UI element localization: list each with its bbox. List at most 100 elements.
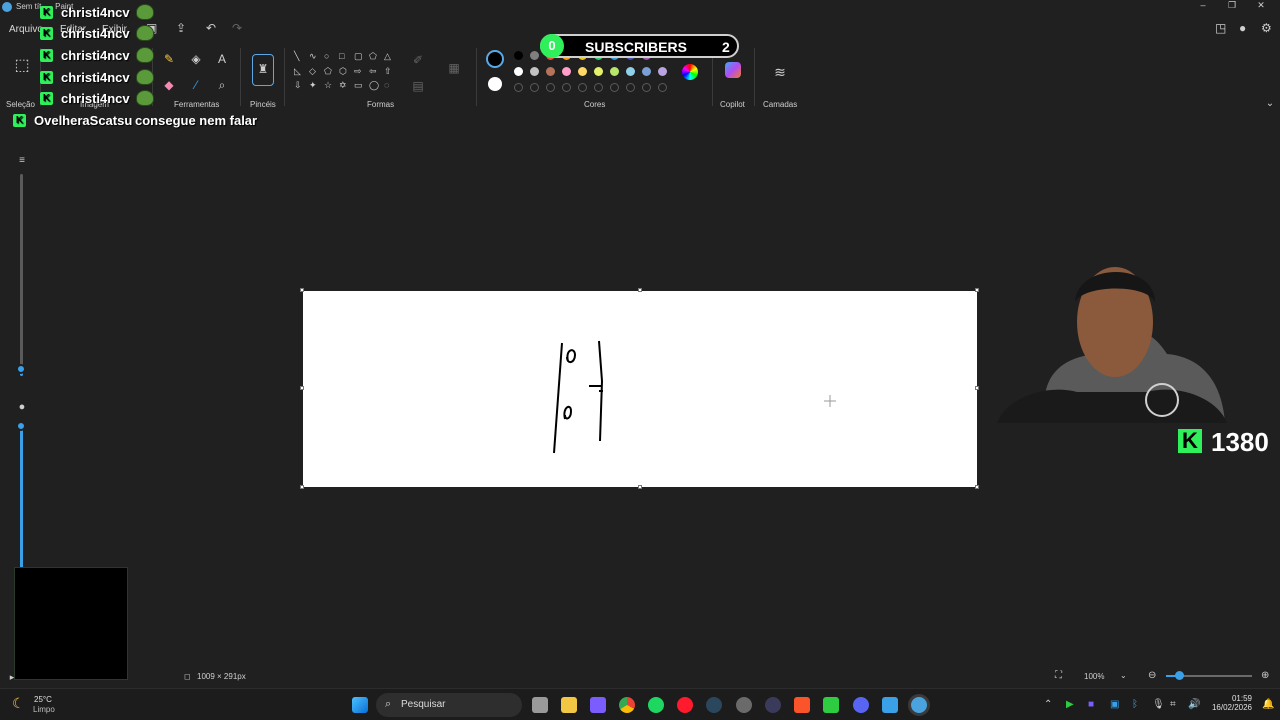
zoom-dropdown-icon[interactable]: ⌄ — [1120, 671, 1127, 680]
color-swatch[interactable] — [594, 83, 603, 92]
resize-handle[interactable] — [975, 485, 979, 489]
drawing-canvas[interactable] — [303, 291, 977, 487]
rectangle-shape-icon[interactable]: □ — [339, 51, 344, 61]
down-arrow-shape-icon[interactable]: ⇩ — [294, 80, 302, 91]
microphone-icon[interactable]: 🎙 — [1152, 699, 1165, 710]
color-swatch[interactable] — [642, 67, 651, 76]
file-explorer-icon[interactable] — [561, 697, 577, 713]
color-swatch[interactable] — [626, 83, 635, 92]
minimize-icon[interactable]: – — [1193, 0, 1213, 10]
five-star-shape-icon[interactable]: ☆ — [324, 80, 332, 91]
resize-handle[interactable] — [638, 485, 642, 489]
color-swatch[interactable] — [578, 83, 587, 92]
magnifier-icon[interactable]: ⌕ — [214, 77, 230, 93]
color-swatch[interactable] — [530, 67, 539, 76]
system-clock[interactable]: 01:59 16/02/2026 — [1206, 694, 1252, 712]
play-app-icon[interactable] — [823, 697, 839, 713]
color-picker-icon[interactable]: ⁄ — [188, 77, 204, 93]
rectangle-select-icon[interactable]: ⬚ — [14, 58, 30, 74]
six-star-shape-icon[interactable]: ✡ — [339, 80, 347, 91]
tray-app-icon[interactable]: ■ — [1088, 699, 1094, 710]
up-arrow-shape-icon[interactable]: ⇧ — [384, 66, 392, 77]
color-swatch[interactable] — [514, 83, 523, 92]
spotify-icon[interactable] — [648, 697, 664, 713]
shapes-gallery-expand-icon[interactable]: ▦ — [446, 60, 462, 76]
color-swatch[interactable] — [530, 51, 539, 60]
hexagon-shape-icon[interactable]: ⬡ — [339, 66, 347, 77]
pencil-icon[interactable]: ✎ — [161, 51, 177, 67]
line-shape-icon[interactable]: ╲ — [294, 51, 299, 62]
menu-file[interactable]: Arquivo — [9, 24, 43, 35]
zoom-in-icon[interactable]: ⊕ — [1261, 670, 1269, 681]
weather-moon-icon[interactable]: ☾ — [12, 695, 25, 712]
chrome-icon[interactable] — [619, 697, 635, 713]
callout-oval-shape-icon[interactable]: ◯ — [369, 80, 379, 91]
primary-color-swatch[interactable] — [486, 50, 504, 68]
taskbar-search[interactable]: ⌕ Pesquisar — [376, 693, 522, 717]
eraser-icon[interactable]: ◆ — [161, 77, 177, 93]
weather-temperature[interactable]: 25°C — [34, 695, 52, 704]
diamond-shape-icon[interactable]: ◇ — [309, 66, 316, 77]
tray-app-icon[interactable]: ▣ — [1110, 699, 1119, 710]
triangle-shape-icon[interactable]: △ — [384, 51, 391, 62]
curve-shape-icon[interactable]: ∿ — [309, 51, 317, 62]
right-triangle-shape-icon[interactable]: ◺ — [294, 66, 301, 77]
weather-description[interactable]: Limpo — [33, 705, 55, 714]
task-view-icon[interactable] — [532, 697, 548, 713]
resize-handle[interactable] — [300, 386, 304, 390]
app-grid-icon[interactable] — [590, 697, 606, 713]
resize-handle[interactable] — [638, 288, 642, 292]
discord-icon[interactable] — [853, 697, 869, 713]
color-swatch[interactable] — [610, 83, 619, 92]
color-swatch[interactable] — [658, 67, 667, 76]
size-slider-knob[interactable] — [16, 364, 26, 374]
callout-rect-shape-icon[interactable]: ▭ — [354, 80, 363, 91]
windows-start-icon[interactable] — [352, 697, 368, 713]
color-swatch[interactable] — [530, 83, 539, 92]
color-swatch[interactable] — [610, 67, 619, 76]
left-arrow-shape-icon[interactable]: ⇦ — [369, 66, 377, 77]
zoom-out-icon[interactable]: ⊖ — [1148, 670, 1156, 681]
steam-icon[interactable] — [706, 697, 722, 713]
maximize-icon[interactable]: ❐ — [1222, 0, 1242, 11]
notifications-icon[interactable]: 🔔 — [1262, 699, 1274, 710]
zoom-slider-knob[interactable] — [1175, 671, 1184, 680]
edit-colors-icon[interactable] — [682, 64, 698, 80]
opacity-slider-knob[interactable] — [16, 421, 26, 431]
color-swatch[interactable] — [626, 67, 635, 76]
color-swatch[interactable] — [514, 67, 523, 76]
color-swatch[interactable] — [514, 51, 523, 60]
zoom-select[interactable]: 100% — [1084, 672, 1104, 681]
fit-to-window-icon[interactable]: ⛶ — [1055, 670, 1062, 681]
volume-icon[interactable]: 🔊 — [1188, 699, 1200, 710]
opera-icon[interactable] — [677, 697, 693, 713]
color-swatch[interactable] — [578, 67, 587, 76]
bluetooth-icon[interactable]: ᛒ — [1132, 699, 1138, 710]
four-star-shape-icon[interactable]: ✦ — [309, 80, 317, 91]
chevron-down-icon[interactable]: ⌄ — [1262, 96, 1278, 112]
tray-chevron-up-icon[interactable]: ⌃ — [1044, 699, 1052, 710]
opacity-slider-fill[interactable] — [20, 424, 23, 570]
polygon-shape-icon[interactable]: ⬠ — [369, 51, 377, 62]
tray-play-icon[interactable]: ▶ — [1066, 699, 1074, 710]
brush-button[interactable]: ♜ — [252, 54, 274, 86]
layers-icon[interactable]: ≋ — [772, 64, 788, 80]
color-swatch[interactable] — [594, 67, 603, 76]
obs-icon[interactable] — [736, 697, 752, 713]
outline-icon[interactable]: ✐ — [410, 52, 426, 68]
paint-taskbar-icon[interactable] — [911, 697, 927, 713]
resize-handle[interactable] — [975, 386, 979, 390]
rounded-rect-shape-icon[interactable]: ▢ — [354, 51, 363, 62]
share-icon[interactable]: ⇪ — [176, 21, 186, 35]
color-swatch[interactable] — [562, 83, 571, 92]
pentagon-shape-icon[interactable]: ⬠ — [324, 66, 332, 77]
secondary-color-swatch[interactable] — [488, 77, 502, 91]
size-slider-track[interactable] — [20, 174, 23, 370]
fill-bucket-icon[interactable]: ◈ — [188, 51, 204, 67]
brave-icon[interactable] — [794, 697, 810, 713]
network-icon[interactable]: ⌗ — [1170, 699, 1176, 710]
resize-handle[interactable] — [300, 288, 304, 292]
notepad-icon[interactable] — [882, 697, 898, 713]
settings-icon[interactable]: ⚙ — [1261, 21, 1272, 35]
fill-icon[interactable]: ▤ — [410, 78, 426, 94]
